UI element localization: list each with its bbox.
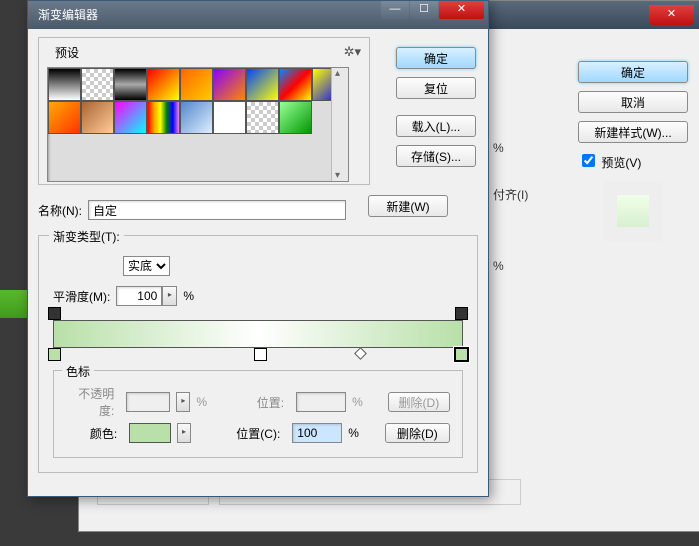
- preset-swatch[interactable]: [279, 68, 312, 101]
- parent-ok-button[interactable]: 确定: [578, 61, 688, 83]
- parent-close-button[interactable]: ✕: [649, 5, 694, 25]
- parent-new-style-button[interactable]: 新建样式(W)...: [578, 121, 688, 143]
- midpoint-marker[interactable]: [355, 347, 368, 360]
- dialog-title: 渐变编辑器: [28, 8, 98, 22]
- preset-swatch[interactable]: [114, 101, 147, 134]
- opacity-stop-right[interactable]: [455, 307, 468, 320]
- color-picker-arrow[interactable]: ▸: [177, 423, 192, 443]
- parent-cancel-button[interactable]: 取消: [578, 91, 688, 113]
- parent-side-buttons: 确定 取消 新建样式(W)... 预览(V): [578, 61, 688, 251]
- smooth-pct: %: [183, 289, 194, 303]
- type-select[interactable]: 实底: [123, 256, 170, 276]
- opacity-pos-label: 位置:: [236, 394, 284, 411]
- opacity-spinner: ▸: [176, 392, 190, 412]
- name-row: 名称(N): 新建(W): [38, 195, 478, 225]
- color-swatch[interactable]: [129, 423, 170, 443]
- opacity-delete-button: 删除(D): [388, 392, 450, 412]
- color-stop-mid[interactable]: [254, 348, 267, 361]
- preset-scrollbar[interactable]: [331, 68, 348, 181]
- preview-checkbox[interactable]: [582, 154, 595, 167]
- opacity-pos-input: [296, 392, 346, 412]
- type-label: 渐变类型(T):: [49, 228, 124, 245]
- preset-swatch[interactable]: [48, 101, 81, 134]
- close-button[interactable]: ✕: [439, 1, 484, 19]
- color-delete-button[interactable]: 删除(D): [385, 423, 450, 443]
- color-pos-label: 位置(C):: [229, 425, 280, 442]
- preset-swatch[interactable]: [180, 68, 213, 101]
- load-button[interactable]: 载入(L)...: [396, 115, 476, 137]
- preset-options-icon[interactable]: ✲▾: [344, 44, 361, 60]
- name-label: 名称(N):: [38, 202, 82, 219]
- color-stop-100[interactable]: [455, 348, 468, 361]
- side-buttons: 确定 复位 载入(L)... 存储(S)...: [396, 47, 476, 175]
- bg-align: 付齐(I): [493, 186, 528, 203]
- gradient-bar[interactable]: [53, 320, 463, 348]
- color-label: 颜色:: [66, 425, 117, 442]
- gradient-track[interactable]: [53, 320, 463, 348]
- name-input[interactable]: [88, 200, 346, 220]
- preset-swatch[interactable]: [147, 101, 180, 134]
- preset-swatch[interactable]: [279, 101, 312, 134]
- preset-swatch[interactable]: [246, 101, 279, 134]
- color-row: 颜色: ▸ 位置(C): % 删除(D): [66, 423, 450, 443]
- preview-swatch: [603, 181, 663, 241]
- opacity-row: 不透明度: ▸ % 位置: % 删除(D): [66, 385, 450, 419]
- smooth-input[interactable]: [116, 286, 162, 306]
- smooth-label: 平滑度(M):: [53, 288, 110, 305]
- gradient-section: 渐变类型(T): 实底 平滑度(M): ▸ %: [38, 235, 478, 473]
- smooth-spinner[interactable]: ▸: [162, 286, 177, 306]
- opacity-stop-left[interactable]: [48, 307, 61, 320]
- dialog-content: 确定 复位 载入(L)... 存储(S)... 预设 ✲▾ 名称(N): 新建(…: [28, 29, 488, 481]
- window-controls: — ☐ ✕: [380, 1, 484, 19]
- preset-swatch[interactable]: [81, 101, 114, 134]
- presets-label: 预设: [51, 44, 83, 61]
- preset-swatch[interactable]: [81, 68, 114, 101]
- preset-swatch[interactable]: [246, 68, 279, 101]
- reset-button[interactable]: 复位: [396, 77, 476, 99]
- bg-pct: %: [493, 141, 504, 155]
- color-pos-input[interactable]: [292, 423, 342, 443]
- opacity-input: [126, 392, 170, 412]
- preset-swatch[interactable]: [48, 68, 81, 101]
- color-stop-0[interactable]: [48, 348, 61, 361]
- new-button[interactable]: 新建(W): [368, 195, 448, 217]
- preset-area: 预设 ✲▾: [38, 37, 370, 185]
- minimize-button[interactable]: —: [381, 1, 409, 19]
- preset-swatch[interactable]: [180, 101, 213, 134]
- titlebar[interactable]: 渐变编辑器 — ☐ ✕: [28, 1, 488, 29]
- color-stops-section: 色标 不透明度: ▸ % 位置: % 删除(D) 颜色: ▸: [53, 370, 463, 458]
- preset-swatch[interactable]: [147, 68, 180, 101]
- preset-swatch[interactable]: [213, 68, 246, 101]
- parent-preview-check[interactable]: 预览(V): [578, 151, 688, 171]
- color-stops-label: 色标: [62, 363, 94, 380]
- opacity-label: 不透明度:: [66, 385, 114, 419]
- preset-swatch[interactable]: [114, 68, 147, 101]
- preset-list[interactable]: [47, 67, 349, 182]
- preset-swatch[interactable]: [213, 101, 246, 134]
- left-green-bar: [0, 290, 30, 318]
- gradient-editor-dialog: 渐变编辑器 — ☐ ✕ 确定 复位 载入(L)... 存储(S)... 预设 ✲…: [27, 0, 489, 497]
- bg-pct2: %: [493, 259, 504, 273]
- maximize-button[interactable]: ☐: [410, 1, 438, 19]
- ok-button[interactable]: 确定: [396, 47, 476, 69]
- save-button[interactable]: 存储(S)...: [396, 145, 476, 167]
